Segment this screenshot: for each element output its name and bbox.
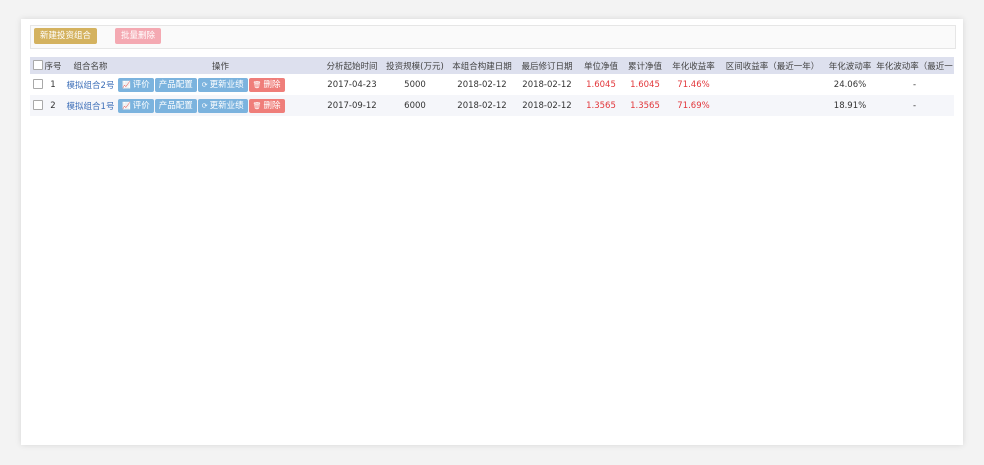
product-config-button[interactable]: 产品配置: [154, 77, 197, 92]
row-interval-return: [720, 95, 825, 116]
chart-icon: 📈: [122, 101, 131, 110]
row-seq: 1: [43, 74, 63, 95]
header-ann-vol-recent: 年化波动率（最近一: [875, 57, 954, 74]
header-seq: 序号: [43, 57, 63, 74]
batch-delete-button[interactable]: 批量删除: [115, 28, 162, 44]
evaluate-button[interactable]: 📈 评价: [118, 77, 154, 92]
refresh-icon: ⟳: [201, 80, 208, 89]
header-cum-nav: 累计净值: [623, 57, 667, 74]
portfolio-name-text[interactable]: 模拟组合1号: [67, 102, 115, 112]
header-scale: 投资规模(万元): [381, 57, 449, 74]
row-unit-nav: 1.6045: [579, 74, 623, 95]
trash-icon: 🗑: [252, 101, 262, 110]
select-all-checkbox-cell[interactable]: [30, 57, 43, 74]
product-config-label: 产品配置: [158, 79, 193, 90]
row-unit-nav: 1.3565: [579, 95, 623, 116]
table-header-row: 序号 组合名称 操作 分析起始时间 投资规模(万元) 本组合构建日期 最后修订日…: [30, 57, 954, 74]
row-build-date: 2018-02-12: [449, 74, 515, 95]
row-build-date: 2018-02-12: [449, 95, 515, 116]
row-checkbox-cell[interactable]: [30, 74, 43, 95]
row-modify-date: 2018-02-12: [515, 74, 579, 95]
row-checkbox[interactable]: [33, 100, 43, 111]
portfolio-name-text[interactable]: 模拟组合2号: [67, 81, 115, 91]
table-row: 1 模拟组合2号 📈 评价 产品配置 ⟳ 更新业绩 🗑 删除 2017-04-23 5000…: [30, 74, 954, 95]
update-performance-button[interactable]: ⟳ 更新业绩: [197, 98, 248, 113]
row-ann-vol: 24.06%: [825, 74, 875, 95]
row-checkbox[interactable]: [33, 79, 43, 90]
row-start-time: 2017-09-12: [323, 95, 381, 116]
refresh-icon: ⟳: [201, 101, 208, 110]
header-ann-return: 年化收益率: [667, 57, 720, 74]
portfolio-panel: 新建投资组合 批量删除 序号 组合名称 操作 分析起始时间 投资规模(万元) 本…: [21, 19, 963, 445]
header-ops: 操作: [118, 57, 323, 74]
product-config-label: 产品配置: [158, 100, 193, 111]
chart-icon: 📈: [122, 80, 131, 89]
row-cum-nav: 1.3565: [623, 95, 667, 116]
header-start-time: 分析起始时间: [323, 57, 381, 74]
update-label: 更新业绩: [209, 79, 244, 90]
delete-label: 删除: [263, 79, 281, 90]
row-ann-return: 71.69%: [667, 95, 720, 116]
select-all-checkbox[interactable]: [33, 60, 43, 71]
row-scale: 5000: [381, 74, 449, 95]
header-build-date: 本组合构建日期: [449, 57, 515, 74]
update-performance-button[interactable]: ⟳ 更新业绩: [197, 77, 248, 92]
evaluate-label: 评价: [132, 79, 150, 90]
header-interval-return: 区间收益率（最近一年）: [720, 57, 825, 74]
evaluate-label: 评价: [132, 100, 150, 111]
header-name: 组合名称: [63, 57, 118, 74]
portfolio-table: 序号 组合名称 操作 分析起始时间 投资规模(万元) 本组合构建日期 最后修订日…: [30, 57, 954, 116]
row-start-time: 2017-04-23: [323, 74, 381, 95]
row-ann-vol: 18.91%: [825, 95, 875, 116]
row-cum-nav: 1.6045: [623, 74, 667, 95]
row-ann-return: 71.46%: [667, 74, 720, 95]
portfolio-name-link[interactable]: 模拟组合1号: [63, 95, 118, 116]
delete-button[interactable]: 🗑 删除: [248, 98, 285, 113]
table-row: 2 模拟组合1号 📈 评价 产品配置 ⟳ 更新业绩 🗑 删除 2017-09-12 6000…: [30, 95, 954, 116]
row-ann-vol-recent: -: [875, 95, 954, 116]
update-label: 更新业绩: [209, 100, 244, 111]
row-ann-vol-recent: -: [875, 74, 954, 95]
delete-button[interactable]: 🗑 删除: [248, 77, 285, 92]
row-checkbox-cell[interactable]: [30, 95, 43, 116]
row-modify-date: 2018-02-12: [515, 95, 579, 116]
portfolio-name-link[interactable]: 模拟组合2号: [63, 74, 118, 95]
trash-icon: 🗑: [252, 80, 262, 89]
row-ops: 📈 评价 产品配置 ⟳ 更新业绩 🗑 删除: [118, 95, 323, 116]
delete-label: 删除: [263, 100, 281, 111]
row-ops: 📈 评价 产品配置 ⟳ 更新业绩 🗑 删除: [118, 74, 323, 95]
evaluate-button[interactable]: 📈 评价: [118, 98, 154, 113]
row-interval-return: [720, 74, 825, 95]
product-config-button[interactable]: 产品配置: [154, 98, 197, 113]
header-unit-nav: 单位净值: [579, 57, 623, 74]
new-portfolio-button[interactable]: 新建投资组合: [34, 28, 98, 44]
toolbar: 新建投资组合 批量删除: [30, 25, 956, 49]
row-scale: 6000: [381, 95, 449, 116]
row-seq: 2: [43, 95, 63, 116]
header-ann-vol: 年化波动率: [825, 57, 875, 74]
header-modify-date: 最后修订日期: [515, 57, 579, 74]
